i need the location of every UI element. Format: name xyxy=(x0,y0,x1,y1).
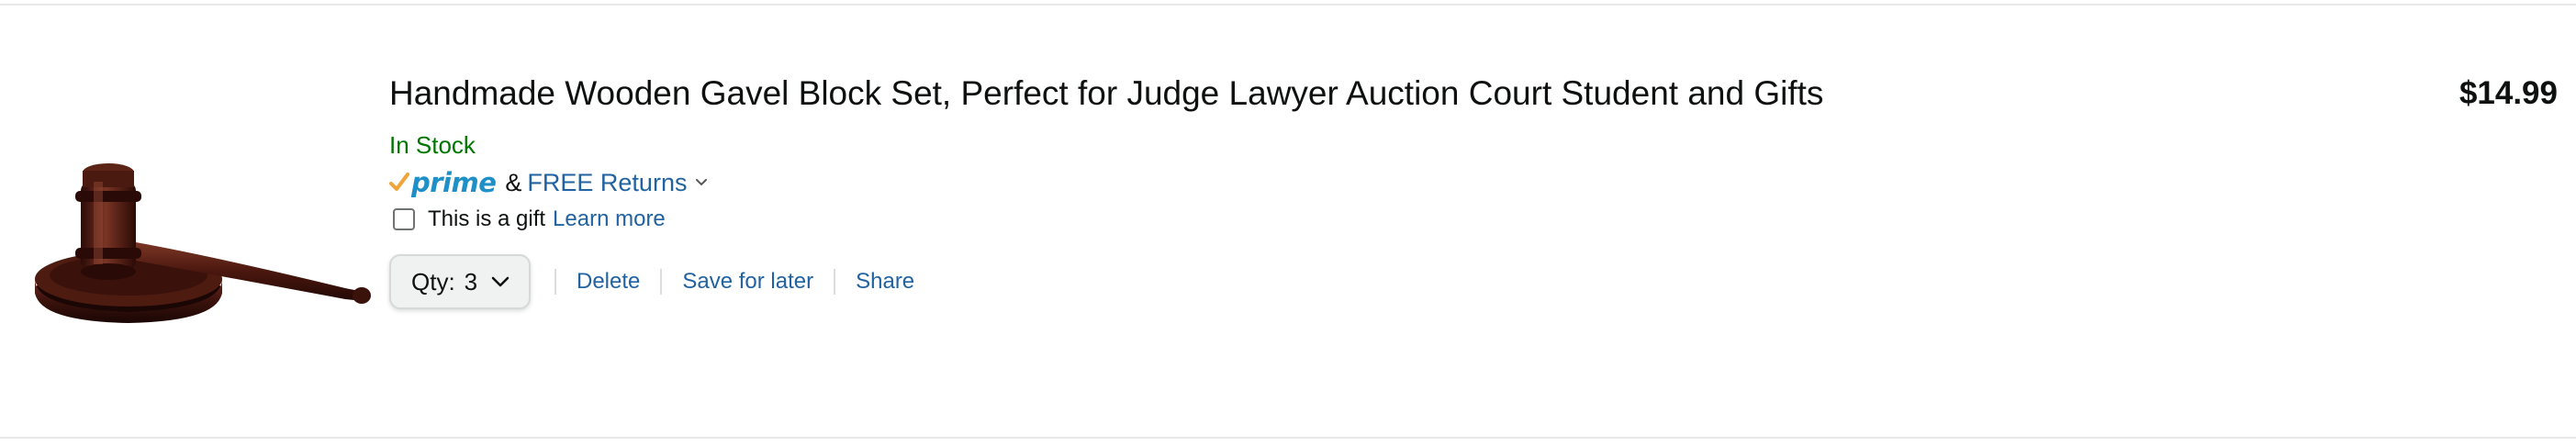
top-divider xyxy=(0,4,2576,6)
chevron-down-icon xyxy=(696,179,708,186)
gift-row: This is a gift Learn more xyxy=(389,204,2372,235)
gift-label: This is a gift xyxy=(428,206,546,231)
quantity-value: 3 xyxy=(464,267,478,295)
prime-row: prime & FREE Returns xyxy=(389,165,2372,200)
bottom-divider xyxy=(0,437,2576,439)
prime-logo-text: prime xyxy=(411,167,497,198)
prime-logo: prime xyxy=(389,165,497,200)
product-image[interactable] xyxy=(33,154,373,325)
cart-item-info: Handmade Wooden Gavel Block Set, Perfect… xyxy=(389,68,2372,310)
ampersand: & xyxy=(505,169,522,196)
separator xyxy=(660,269,663,295)
quantity-label: Qty: xyxy=(411,267,455,295)
separator xyxy=(834,269,836,295)
delete-button[interactable]: Delete xyxy=(577,269,640,295)
check-icon xyxy=(389,173,409,191)
item-price: $14.99 xyxy=(2458,75,2558,111)
share-button[interactable]: Share xyxy=(856,269,914,295)
gift-checkbox[interactable] xyxy=(393,208,415,230)
gavel-image xyxy=(35,163,371,323)
learn-more-link[interactable]: Learn more xyxy=(553,204,666,235)
free-returns-link[interactable]: FREE Returns xyxy=(527,165,709,200)
chevron-down-icon xyxy=(491,276,510,287)
stock-status: In Stock xyxy=(389,131,476,159)
product-title-link[interactable]: Handmade Wooden Gavel Block Set, Perfect… xyxy=(389,68,2372,119)
separator xyxy=(554,269,556,295)
free-returns-label: FREE Returns xyxy=(527,169,688,196)
save-for-later-button[interactable]: Save for later xyxy=(682,269,813,295)
item-actions: Qty: 3 Delete Save for later Share xyxy=(389,253,2372,310)
quantity-dropdown[interactable]: Qty: 3 xyxy=(389,254,531,309)
